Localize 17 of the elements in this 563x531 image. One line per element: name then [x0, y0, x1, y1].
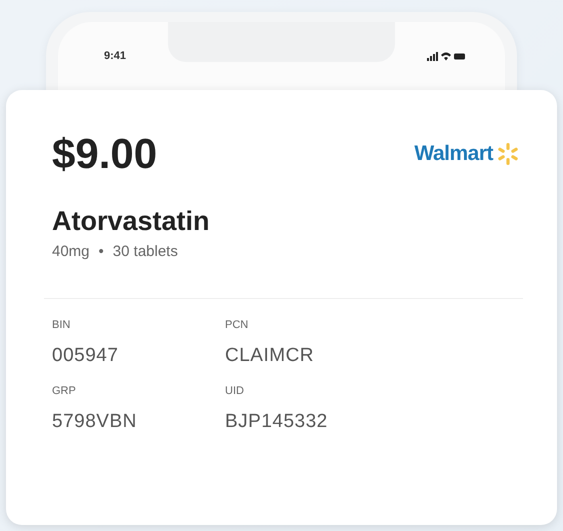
drug-strength: 40mg: [52, 243, 90, 260]
field-label: GRP: [52, 385, 77, 397]
field-label: PCN: [225, 319, 250, 331]
status-time: 9:41: [104, 50, 126, 62]
field-value: CLAIMCR: [225, 345, 316, 367]
field-label: UID: [225, 385, 245, 397]
field-value: BJP145332: [225, 411, 329, 433]
spark-icon: [497, 142, 519, 166]
price: $9.00: [52, 130, 158, 178]
field-value: 5798VBN: [52, 411, 138, 433]
field-label: BIN: [52, 319, 72, 331]
status-icons: [427, 51, 465, 61]
field-value: 005947: [52, 345, 120, 367]
separator-dot: •: [98, 243, 104, 260]
pharmacy-name: Walmart: [414, 142, 493, 166]
drug-quantity: 30 tablets: [112, 243, 178, 260]
drug-name: Atorvastatin: [52, 206, 211, 237]
